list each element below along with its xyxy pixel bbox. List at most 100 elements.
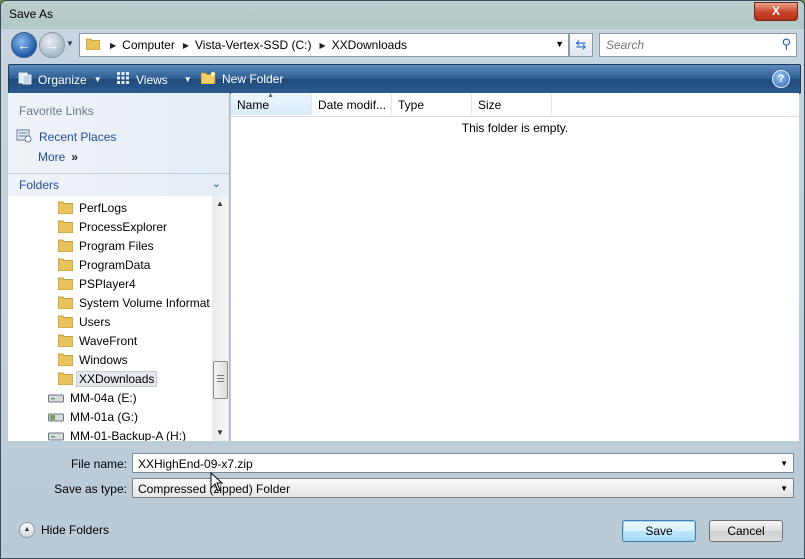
save-as-dialog: Save As X ← → ▼ ▶ Computer ▶ Vista-Verte… xyxy=(0,0,805,559)
filename-field[interactable]: XXHighEnd-09-x7.zip ▼ xyxy=(132,453,794,473)
tree-item-label: MM-01-Backup-A (H:) xyxy=(70,428,187,442)
new-folder-icon xyxy=(200,71,216,87)
column-header-label: Date modif... xyxy=(318,98,387,112)
tree-item[interactable]: System Volume Informat xyxy=(58,293,210,312)
chevron-right-icon[interactable]: ▶ xyxy=(110,41,116,50)
mouse-cursor-icon xyxy=(210,472,224,492)
views-icon xyxy=(116,71,130,88)
column-header-size[interactable]: Size xyxy=(472,93,552,115)
tree-item[interactable]: WaveFront xyxy=(58,331,137,350)
drive-icon xyxy=(48,432,64,440)
breadcrumb-item[interactable]: Vista-Vertex-SSD (C:) xyxy=(195,38,311,52)
folders-header-label: Folders xyxy=(19,178,60,192)
favorite-link-recent-places[interactable]: Recent Places xyxy=(16,128,116,146)
tree-item[interactable]: MM-01a (G:) xyxy=(48,407,138,426)
scroll-down-icon[interactable]: ▼ xyxy=(212,425,228,441)
command-toolbar: Organize ▼ Views ▼ New Folder ? xyxy=(8,64,801,94)
favorite-link-more[interactable]: More » xyxy=(38,150,78,164)
chevron-down-icon: ▼ xyxy=(93,75,102,84)
folder-icon xyxy=(58,239,73,252)
organize-button[interactable]: Organize ▼ xyxy=(18,71,102,88)
drive-icon xyxy=(48,413,64,421)
folder-icon xyxy=(58,315,73,328)
views-button[interactable]: Views ▼ xyxy=(116,71,192,88)
column-header-label: Name xyxy=(237,98,270,112)
tree-item[interactable]: MM-01-Backup-A (H:) xyxy=(48,426,186,441)
navigation-pane: Favorite Links Recent Places More » Fold… xyxy=(8,93,230,441)
chevron-down-icon[interactable]: ▼ xyxy=(555,39,564,49)
tree-item-label: Windows xyxy=(79,352,128,367)
empty-folder-message: This folder is empty. xyxy=(461,121,569,135)
chevron-right-icon[interactable]: ▶ xyxy=(183,41,189,50)
organize-icon xyxy=(18,71,32,88)
column-header-name[interactable]: ▲ Name xyxy=(231,92,312,115)
window-title: Save As xyxy=(9,7,54,21)
folder-icon xyxy=(58,372,73,385)
tree-item-label: System Volume Informat xyxy=(79,295,210,310)
tree-item-label: ProcessExplorer xyxy=(79,219,168,234)
scroll-up-icon[interactable]: ▲ xyxy=(212,196,228,212)
breadcrumb: ▶ Computer ▶ Vista-Vertex-SSD (C:) ▶ XXD… xyxy=(106,38,407,52)
folders-header[interactable]: Folders ⌄ xyxy=(8,173,229,196)
breadcrumb-item[interactable]: Computer xyxy=(122,38,175,52)
file-list[interactable]: ▲ Name Date modif... Type Size This fold… xyxy=(231,92,799,441)
tree-item[interactable]: ProcessExplorer xyxy=(58,217,167,236)
favorite-link-label: More xyxy=(38,150,66,164)
column-header-row: ▲ Name Date modif... Type Size xyxy=(231,92,799,117)
cancel-button[interactable]: Cancel xyxy=(709,520,783,542)
chevron-down-icon[interactable]: ▼ xyxy=(780,459,788,468)
chevron-up-icon: ▲ xyxy=(19,522,35,538)
column-header-type[interactable]: Type xyxy=(392,93,472,115)
folder-icon xyxy=(58,201,73,214)
hide-folders-toggle[interactable]: ▲ Hide Folders xyxy=(19,522,109,538)
tree-item[interactable]: MM-04a (E:) xyxy=(48,388,137,407)
folder-icon xyxy=(58,258,73,271)
chevron-down-icon[interactable]: ▼ xyxy=(780,484,788,493)
column-header-label: Type xyxy=(398,98,425,112)
back-button[interactable]: ← xyxy=(11,32,37,58)
folder-icon xyxy=(58,220,73,233)
favorite-links-header: Favorite Links xyxy=(19,104,94,118)
save-as-type-select[interactable]: Compressed (zipped) Folder ▼ xyxy=(132,478,794,498)
tree-item[interactable]: Windows xyxy=(58,350,128,369)
help-icon[interactable]: ? xyxy=(772,70,790,88)
address-bar[interactable]: ▶ Computer ▶ Vista-Vertex-SSD (C:) ▶ XXD… xyxy=(79,33,569,57)
filename-label: File name: xyxy=(70,457,127,471)
tree-item[interactable]: Users xyxy=(58,312,110,331)
chevron-down-icon[interactable]: ⌄ xyxy=(212,177,221,190)
tree-item-label: WaveFront xyxy=(79,333,138,348)
tree-item[interactable]: PSPlayer4 xyxy=(58,274,136,293)
tree-item-label: XXDownloads xyxy=(76,370,158,387)
breadcrumb-item[interactable]: XXDownloads xyxy=(332,38,407,52)
new-folder-label: New Folder xyxy=(222,72,284,86)
arrow-left-icon: ← xyxy=(17,37,31,53)
folder-icon xyxy=(58,277,73,290)
close-button[interactable]: X xyxy=(754,2,798,21)
arrow-right-icon: → xyxy=(45,37,59,53)
hide-folders-label: Hide Folders xyxy=(41,523,110,537)
title-bar: Save As X xyxy=(1,1,804,29)
column-header-label: Size xyxy=(478,98,502,112)
save-as-type-label: Save as type: xyxy=(54,482,127,496)
search-input[interactable] xyxy=(604,37,776,53)
tree-item-label: ProgramData xyxy=(79,257,151,272)
tree-item-label: PSPlayer4 xyxy=(79,276,136,291)
tree-item[interactable]: ProgramData xyxy=(58,255,150,274)
views-label: Views xyxy=(136,72,168,87)
tree-item[interactable]: Program Files xyxy=(58,236,154,255)
save-button[interactable]: Save xyxy=(622,520,696,542)
folder-icon xyxy=(58,353,73,366)
folder-tree-scrollbar[interactable]: ▲ ▼ xyxy=(212,196,228,441)
chevron-down-icon: ▼ xyxy=(183,75,192,84)
tree-item-selected[interactable]: XXDownloads xyxy=(58,369,158,388)
scrollbar-thumb[interactable] xyxy=(213,361,228,399)
chevron-right-icon[interactable]: ▶ xyxy=(319,41,325,50)
search-icon[interactable]: ⚲ xyxy=(781,36,791,52)
column-header-date-modified[interactable]: Date modif... xyxy=(312,93,392,115)
forward-button[interactable]: → xyxy=(39,32,65,58)
tree-item[interactable]: PerfLogs xyxy=(58,198,127,217)
recent-pages-dropdown[interactable]: ▼ xyxy=(66,39,74,48)
search-box[interactable]: ⚲ xyxy=(599,33,797,57)
refresh-button[interactable]: ⇆ xyxy=(569,33,593,57)
filename-value[interactable]: XXHighEnd-09-x7.zip xyxy=(138,457,253,471)
